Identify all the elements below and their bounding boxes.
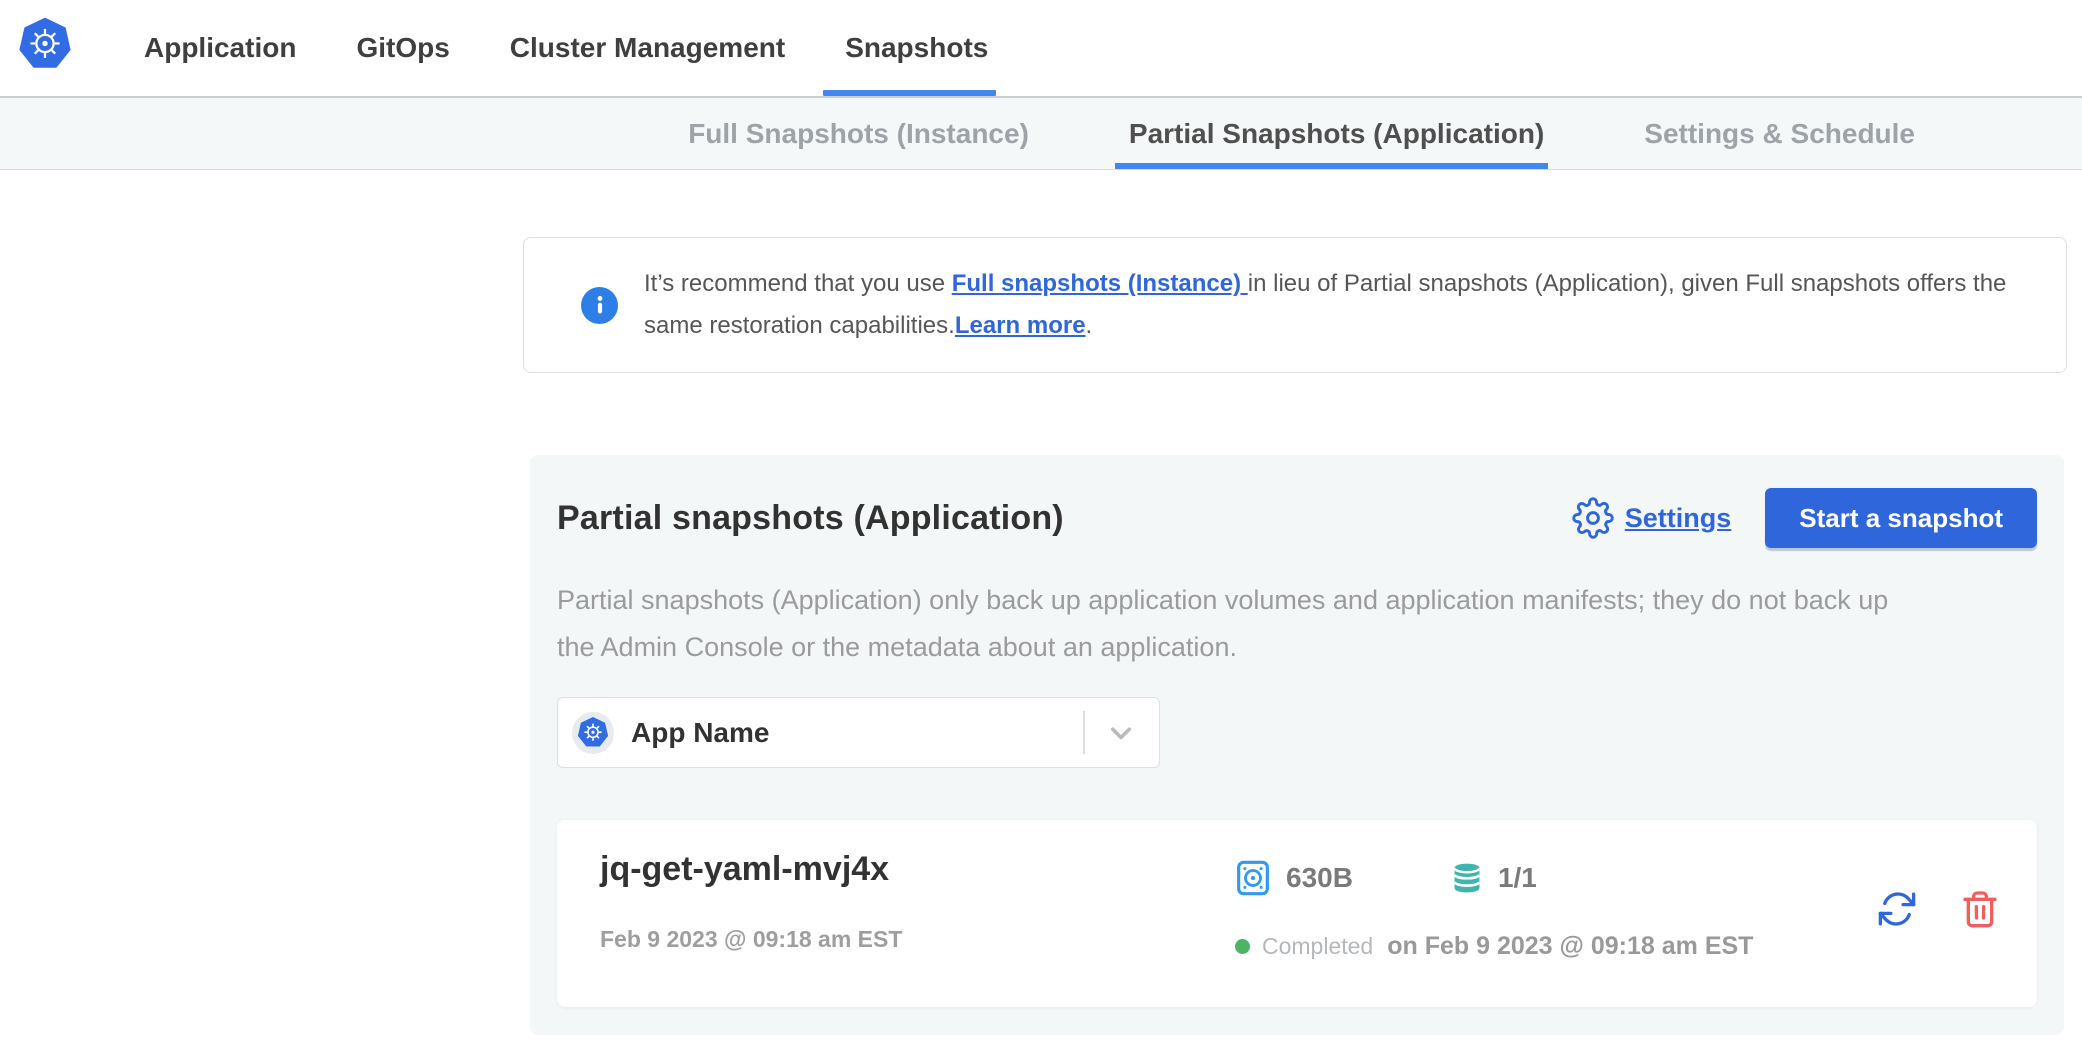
partial-snapshots-card: Partial snapshots (Application) Settings…: [530, 455, 2064, 1035]
settings-label[interactable]: Settings: [1625, 503, 1732, 534]
nav-item-cluster-management[interactable]: Cluster Management: [510, 0, 785, 96]
card-description-line: the Admin Console or the metadata about …: [557, 624, 2037, 671]
snapshot-actions: [1876, 888, 2002, 930]
database-icon: [1449, 858, 1485, 898]
page-title: Partial snapshots (Application): [557, 499, 1064, 538]
chevron-down-icon[interactable]: [1103, 715, 1139, 751]
snapshot-status: Completed on Feb 9 2023 @ 09:18 am EST: [1235, 932, 1753, 961]
snapshot-size: 630B: [1286, 862, 1353, 894]
status-label: Completed: [1262, 933, 1373, 960]
app-kubernetes-icon: [572, 712, 614, 754]
nav-item-application[interactable]: Application: [144, 0, 296, 96]
app-name-selector[interactable]: App Name: [557, 697, 1160, 768]
card-header-actions: Settings Start a snapshot: [1572, 488, 2037, 548]
top-nav: Application GitOps Cluster Management Sn…: [0, 0, 2082, 98]
snapshot-volume-count: 1/1: [1498, 862, 1537, 894]
card-description-line: Partial snapshots (Application) only bac…: [557, 577, 2037, 624]
gear-icon[interactable]: [1572, 497, 1614, 539]
snapshot-volumes-metric: 1/1: [1449, 858, 1537, 898]
tab-partial-snapshots-application[interactable]: Partial Snapshots (Application): [1129, 98, 1544, 169]
snapshot-row: jq-get-yaml-mvj4x Feb 9 2023 @ 09:18 am …: [557, 820, 2037, 1007]
delete-icon[interactable]: [1960, 888, 2002, 930]
snapshots-subnav: Full Snapshots (Instance) Partial Snapsh…: [0, 98, 2082, 170]
info-icon: [581, 287, 618, 324]
start-snapshot-button[interactable]: Start a snapshot: [1765, 488, 2037, 548]
banner-text-segment: .: [1086, 312, 1093, 339]
snapshot-started-at: Feb 9 2023 @ 09:18 am EST: [600, 926, 902, 953]
card-header: Partial snapshots (Application) Settings…: [557, 488, 2037, 548]
learn-more-link[interactable]: Learn more: [955, 312, 1086, 339]
info-banner: It’s recommend that you use Full snapsho…: [523, 237, 2067, 373]
snapshot-metrics: 630B 1/1: [1233, 858, 1537, 898]
primary-nav: Application GitOps Cluster Management Sn…: [144, 0, 988, 96]
banner-text: It’s recommend that you use Full snapsho…: [644, 263, 2014, 347]
restore-icon[interactable]: [1876, 888, 1918, 930]
snapshot-size-metric: 630B: [1233, 858, 1353, 898]
kubernetes-logo-icon: [18, 16, 72, 72]
full-snapshots-instance-link[interactable]: Full snapshots (Instance): [952, 270, 1248, 297]
status-dot: [1235, 939, 1250, 954]
app-selector-value: App Name: [631, 717, 769, 749]
disk-icon: [1233, 858, 1273, 898]
nav-item-gitops[interactable]: GitOps: [356, 0, 449, 96]
snapshot-name[interactable]: jq-get-yaml-mvj4x: [600, 850, 889, 889]
tab-full-snapshots-instance[interactable]: Full Snapshots (Instance): [688, 98, 1029, 169]
select-divider: [1083, 711, 1085, 754]
card-description: Partial snapshots (Application) only bac…: [557, 577, 2037, 671]
nav-item-snapshots[interactable]: Snapshots: [845, 0, 988, 96]
settings-link[interactable]: Settings: [1572, 497, 1732, 539]
banner-text-segment: It’s recommend that you use: [644, 270, 952, 297]
status-finished-at: on Feb 9 2023 @ 09:18 am EST: [1387, 932, 1753, 961]
tab-settings-schedule[interactable]: Settings & Schedule: [1644, 98, 1915, 169]
